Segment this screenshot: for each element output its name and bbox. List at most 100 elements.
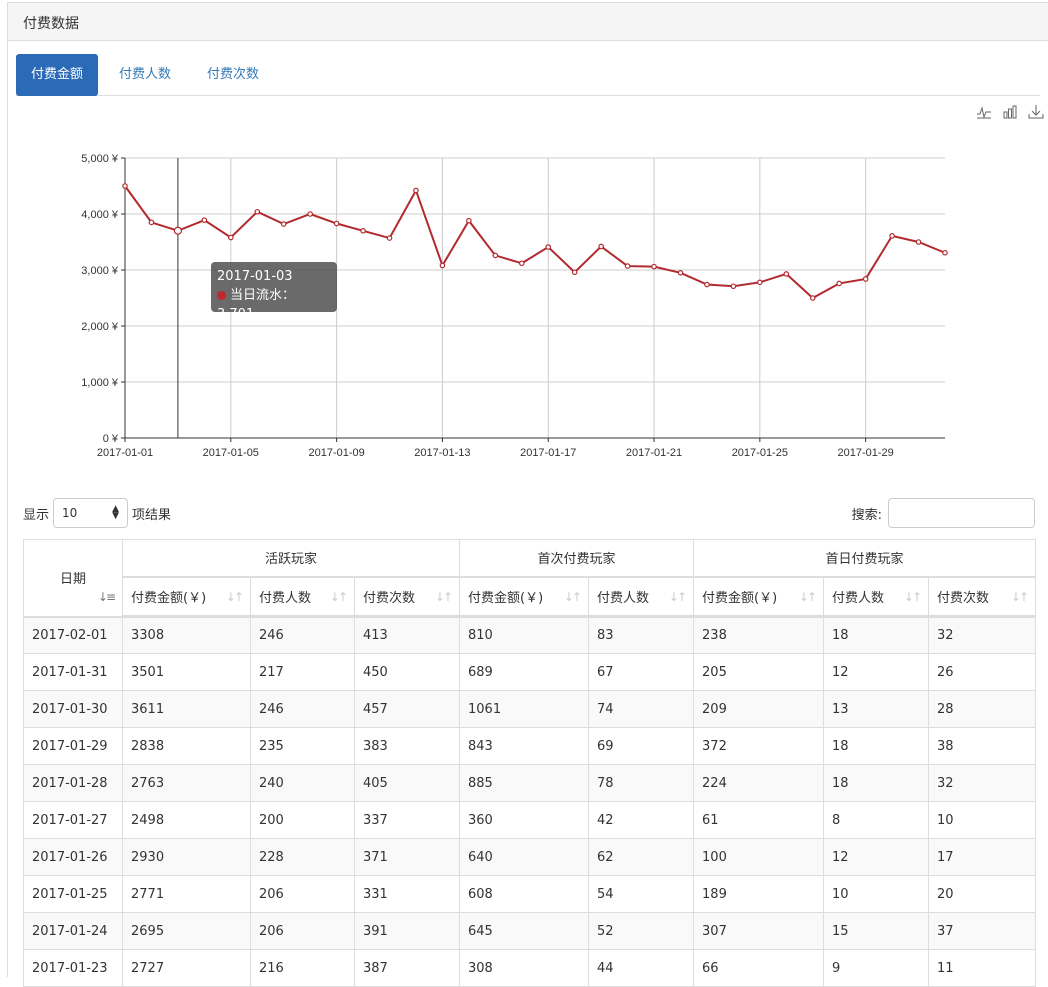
table-cell: 17 <box>928 838 1037 876</box>
x-tick-label: 2017-01-13 <box>414 447 470 459</box>
table-cell: 2017-01-24 <box>23 912 123 950</box>
column-header-label: 付费金额(￥) <box>131 590 207 606</box>
data-point[interactable] <box>598 243 604 250</box>
column-header[interactable]: 付费人数 ↓↑ <box>823 576 930 618</box>
column-header[interactable]: 付费金额(￥) ↓↑ <box>122 576 251 618</box>
data-point[interactable] <box>677 270 684 276</box>
table-cell: 224 <box>693 764 825 802</box>
table-cell: 450 <box>353 653 461 691</box>
table-cell: 3308 <box>122 616 251 654</box>
tab-amount[interactable]: 付费金额 <box>16 54 99 96</box>
y-tick-label: 0 ¥ <box>103 433 119 445</box>
column-header-label: 付费金额(￥) <box>468 590 544 606</box>
table-cell: 62 <box>588 838 695 876</box>
column-header[interactable]: 付费金额(￥) ↓↑ <box>459 576 590 618</box>
table-cell: 44 <box>588 949 695 987</box>
data-point[interactable] <box>809 295 816 301</box>
search-input[interactable] <box>888 498 1035 528</box>
header-date[interactable]: 日期 ↓≡ <box>23 539 123 618</box>
sort-icon: ↓↑ <box>798 589 817 604</box>
table-cell: 18 <box>823 764 930 802</box>
data-point[interactable] <box>386 235 393 241</box>
table-cell: 12 <box>823 653 930 691</box>
column-header[interactable]: 付费次数 ↓↑ <box>928 576 1037 618</box>
table-cell: 843 <box>459 727 590 765</box>
table-cell: 83 <box>588 616 695 654</box>
table-row: 2017-02-01 3308 246 413 810 83 238 18 32 <box>23 616 1037 654</box>
bar-chart-icon[interactable] <box>1002 104 1018 120</box>
data-point[interactable] <box>439 262 446 269</box>
data-point[interactable] <box>148 219 155 226</box>
table-cell: 9 <box>823 949 930 987</box>
data-point[interactable] <box>704 281 710 288</box>
data-point[interactable] <box>942 249 948 256</box>
data-point[interactable] <box>466 217 472 224</box>
data-point[interactable] <box>757 279 763 286</box>
data-point[interactable] <box>571 269 578 276</box>
data-point[interactable] <box>360 228 366 234</box>
x-tick-label: 2017-01-09 <box>308 447 364 459</box>
table-row: 2017-01-23 2727 216 387 308 44 66 9 11 <box>23 949 1037 987</box>
table-cell: 2017-01-30 <box>23 690 123 728</box>
column-header[interactable]: 付费人数 ↓↑ <box>588 576 695 618</box>
series-dot-icon <box>217 291 226 300</box>
x-tick-label: 2017-01-05 <box>203 447 259 459</box>
data-point[interactable] <box>333 220 340 227</box>
column-header[interactable]: 付费人数 ↓↑ <box>250 576 355 618</box>
data-point[interactable] <box>254 208 261 215</box>
table-cell: 372 <box>693 727 825 765</box>
sort-icon: ↓↑ <box>668 589 687 604</box>
table-cell: 74 <box>588 690 695 728</box>
data-point[interactable] <box>545 244 552 250</box>
data-point[interactable] <box>413 187 419 194</box>
download-icon[interactable] <box>1028 104 1044 120</box>
group-active-players: 活跃玩家 <box>121 539 461 578</box>
table-cell: 383 <box>353 727 461 765</box>
data-point[interactable] <box>836 280 842 287</box>
data-point[interactable] <box>173 226 183 235</box>
data-point[interactable] <box>122 183 128 189</box>
data-point[interactable] <box>915 239 922 245</box>
data-point[interactable] <box>307 211 313 217</box>
data-point[interactable] <box>228 234 234 241</box>
column-header[interactable]: 付费金额(￥) ↓↑ <box>693 576 825 618</box>
table-cell: 645 <box>459 912 590 950</box>
sort-icon: ↓↑ <box>903 589 922 604</box>
data-point[interactable] <box>651 263 657 270</box>
tab-count[interactable]: 付费次数 <box>192 54 274 96</box>
column-header[interactable]: 付费次数 ↓↑ <box>353 576 461 618</box>
data-point[interactable] <box>730 283 737 290</box>
data-point[interactable] <box>624 263 631 269</box>
x-tick-label: 2017-01-25 <box>732 447 788 459</box>
table-cell: 371 <box>353 838 461 876</box>
table-cell: 240 <box>250 764 355 802</box>
tab-payers[interactable]: 付费人数 <box>104 54 186 96</box>
data-point[interactable] <box>201 217 208 223</box>
search-label: 搜索: <box>851 507 882 523</box>
table-cell: 216 <box>250 949 355 987</box>
table-cell: 246 <box>250 616 355 654</box>
revenue-line-chart[interactable]: 0 ¥ 1,000 ¥ 2,000 ¥ 3,000 ¥ 4,000 ¥ 5,000 ¥ 20… <box>7 140 957 470</box>
table-cell: 200 <box>250 801 355 839</box>
table-row: 2017-01-25 2771 206 331 608 54 189 10 20 <box>23 875 1037 913</box>
results-label: 项结果 <box>132 507 172 523</box>
data-point[interactable] <box>280 221 287 227</box>
data-point[interactable] <box>492 252 499 259</box>
table-row: 2017-01-26 2930 228 371 640 62 100 12 17 <box>23 838 1037 876</box>
tooltip-value: 当日流水：3,701 <box>217 288 296 322</box>
data-point[interactable] <box>783 271 790 277</box>
show-label: 显示 <box>23 507 50 523</box>
table-row: 2017-01-28 2763 240 405 885 78 224 18 32 <box>23 764 1037 802</box>
table-cell: 13 <box>823 690 930 728</box>
page-size-select[interactable]: 10 ▲ ▼ <box>53 498 129 528</box>
data-point[interactable] <box>862 276 869 282</box>
table-cell: 360 <box>459 801 590 839</box>
line-chart-icon[interactable] <box>976 104 992 120</box>
data-point[interactable] <box>518 260 525 267</box>
column-header-label: 付费人数 <box>259 590 312 606</box>
table-cell: 457 <box>353 690 461 728</box>
table-cell: 810 <box>459 616 590 654</box>
table-cell: 100 <box>693 838 825 876</box>
table-cell: 38 <box>928 727 1037 765</box>
data-point[interactable] <box>889 233 895 239</box>
